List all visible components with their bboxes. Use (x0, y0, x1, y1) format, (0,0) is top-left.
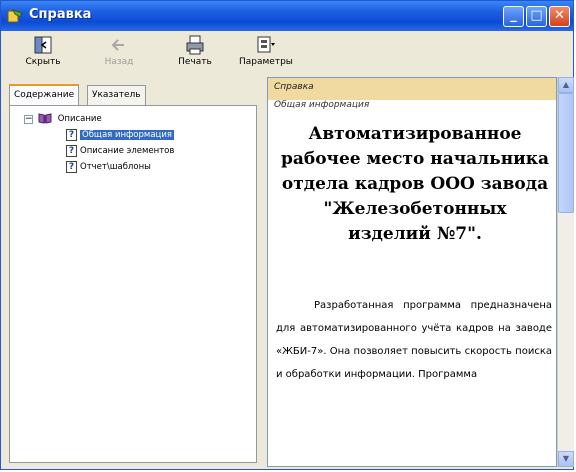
hide-pane-icon (34, 36, 52, 54)
close-button[interactable]: ✕ (549, 6, 570, 27)
title-bar[interactable]: Справка _ □ ✕ (1, 1, 573, 31)
breadcrumb-current: Общая информация (274, 100, 370, 110)
print-label: Печать (178, 57, 212, 67)
scroll-thumb[interactable] (558, 93, 574, 213)
help-page-icon: ? (66, 128, 77, 141)
print-button[interactable]: Печать (175, 34, 215, 72)
tree-collapse-toggle[interactable]: − (24, 115, 33, 124)
contents-tree: − Описание ? Общая информация ? Описание э… (9, 105, 257, 463)
back-button[interactable]: Назад (99, 34, 139, 72)
tree-item-label: Отчет\шаблоны (80, 162, 151, 172)
toolbar: Скрыть Назад Печать Параметры (3, 32, 571, 74)
tree-item-general-info[interactable]: ? Общая информация (66, 128, 174, 142)
tab-index[interactable]: Указатель (87, 85, 146, 105)
tree-item-label: Общая информация (80, 130, 174, 140)
tree-item-label: Описание элементов (80, 146, 175, 156)
scroll-down-button[interactable]: ▼ (558, 451, 574, 467)
hide-label: Скрыть (25, 57, 61, 67)
back-label: Назад (104, 57, 134, 67)
help-page-icon: ? (66, 144, 77, 157)
vertical-scrollbar[interactable]: ▲ ▼ (557, 77, 574, 467)
topic-body: Разработанная программа предназначена дл… (276, 300, 552, 380)
hide-button[interactable]: Скрыть (23, 34, 63, 72)
back-arrow-icon (111, 39, 124, 51)
options-label: Параметры (239, 57, 293, 67)
help-page-icon: ? (66, 160, 77, 173)
topic-pane: Справка Общая информация Автоматизирован… (267, 77, 557, 467)
scroll-up-button[interactable]: ▲ (558, 77, 574, 93)
breadcrumb-root: Справка (274, 82, 314, 92)
topic-title: Автоматизированное рабочее место начальн… (280, 124, 550, 244)
tree-item-reports[interactable]: ? Отчет\шаблоны (66, 160, 151, 174)
open-book-icon (38, 113, 52, 124)
topic-header: Справка (268, 78, 556, 100)
tree-item-label: Описание (57, 114, 102, 124)
maximize-button[interactable]: □ (526, 6, 547, 27)
help-book-icon (7, 9, 23, 23)
navigation-pane: Содержание Указатель − Описание ? Общая и… (5, 77, 261, 467)
help-window: Справка _ □ ✕ Скрыть Назад Печать Параме… (0, 0, 574, 470)
options-button[interactable]: Параметры (239, 34, 293, 72)
tab-contents[interactable]: Содержание (9, 84, 80, 106)
tree-item-elements[interactable]: ? Описание элементов (66, 144, 174, 158)
options-icon (257, 36, 275, 53)
printer-icon (186, 35, 204, 55)
minimize-button[interactable]: _ (503, 6, 524, 27)
tree-item-root[interactable]: Описание (38, 112, 102, 126)
window-title: Справка (29, 7, 92, 22)
